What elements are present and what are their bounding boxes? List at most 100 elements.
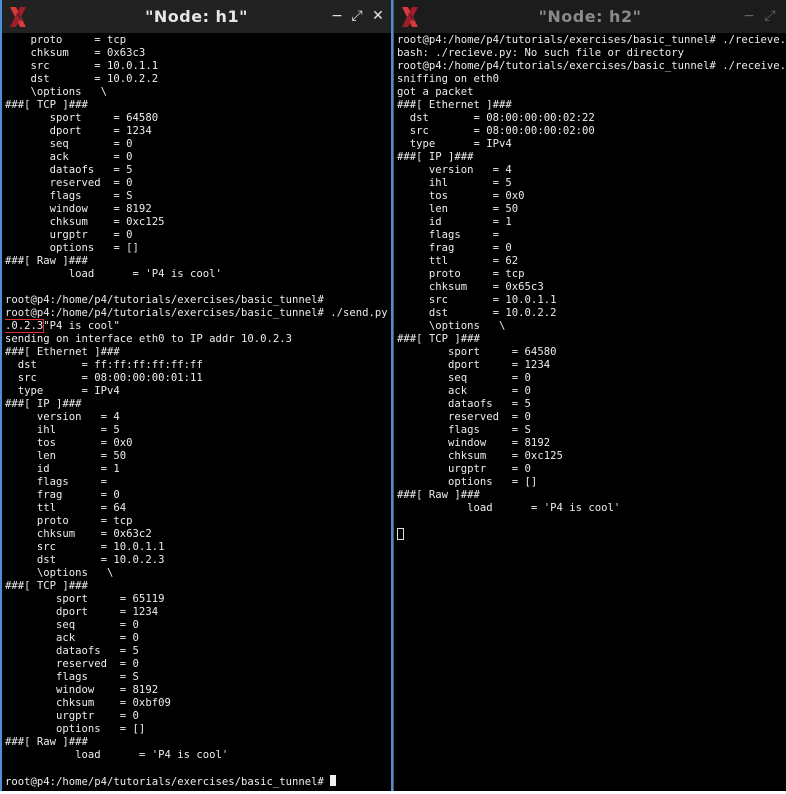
terminal-line: sniffing on eth0	[397, 73, 500, 85]
terminal-line: seq = 0	[5, 619, 139, 631]
terminal-line: root@p4:/home/p4/tutorials/exercises/bas…	[5, 307, 391, 319]
terminal-line: reserved = 0	[5, 658, 139, 670]
terminal-line: options = []	[5, 242, 139, 254]
terminal-line: reserved = 0	[397, 411, 531, 423]
terminal-prompt-line	[397, 528, 786, 541]
terminal-line: ###[ Raw ]###	[5, 736, 88, 748]
terminal-line: ###[ IP ]###	[397, 151, 474, 163]
terminal-line: proto = tcp	[5, 34, 127, 46]
terminal-line: sport = 65119	[5, 593, 165, 605]
terminal-line: ack = 0	[5, 632, 139, 644]
terminal-line: type = IPv4	[5, 385, 120, 397]
terminal-line: ###[ Ethernet ]###	[397, 99, 512, 111]
terminal-line: ttl = 62	[397, 255, 519, 267]
terminal-line: frag = 0	[5, 489, 120, 501]
terminal-output-h2[interactable]: root@p4:/home/p4/tutorials/exercises/bas…	[397, 34, 786, 794]
close-icon[interactable]: ✕	[370, 8, 386, 24]
terminal-window-h2[interactable]: "Node: h2" − ⤢ root@p4:/home/p4/tutorial…	[393, 0, 786, 794]
terminal-line: id = 1	[5, 463, 120, 475]
terminal-text: "P4 is cool"	[43, 320, 120, 332]
terminal-line: ###[ TCP ]###	[397, 333, 480, 345]
terminal-line: proto = tcp	[397, 268, 525, 280]
terminal-line: ihl = 5	[397, 177, 512, 189]
terminal-line: flags =	[5, 476, 108, 488]
terminal-line: ###[ IP ]###	[5, 398, 82, 410]
terminal-line: ttl = 64	[5, 502, 127, 514]
terminal-line: src = 08:00:00:00:01:11	[5, 372, 203, 384]
highlighted-text: .0.2.3	[5, 319, 45, 333]
terminal-line: reserved = 0	[5, 177, 133, 189]
terminal-line: dataofs = 5	[5, 645, 139, 657]
terminal-line: ack = 0	[397, 385, 531, 397]
terminal-line: dst = 10.0.2.2	[397, 307, 557, 319]
terminal-line: dst = 08:00:00:00:02:22	[397, 112, 595, 124]
terminal-line: chksum = 0xc125	[397, 450, 563, 462]
terminal-line: tos = 0x0	[397, 190, 525, 202]
terminal-line: sport = 64580	[5, 112, 159, 124]
terminal-line: \options \	[5, 86, 108, 98]
terminal-line: src = 08:00:00:00:02:00	[397, 125, 595, 137]
terminal-line: \options \	[5, 567, 114, 579]
title-bar-h2[interactable]: "Node: h2" − ⤢	[394, 0, 786, 33]
terminal-line: chksum = 0xc125	[5, 216, 165, 228]
terminal-line: flags = S	[5, 190, 133, 202]
terminal-line: chksum = 0x63c2	[5, 528, 152, 540]
terminal-line: got a packet	[397, 86, 474, 98]
terminal-line: chksum = 0xbf09	[5, 697, 171, 709]
terminal-line: window = 8192	[5, 203, 152, 215]
terminal-line: flags =	[397, 229, 500, 241]
terminal-line: id = 1	[397, 216, 512, 228]
terminal-line: \options \	[397, 320, 506, 332]
terminal-line: len = 50	[5, 450, 127, 462]
terminal-line: sending on interface eth0 to IP addr 10.…	[5, 333, 293, 345]
terminal-line: ihl = 5	[5, 424, 120, 436]
terminal-line: ###[ Raw ]###	[5, 255, 88, 267]
maximize-icon[interactable]: ⤢	[762, 8, 778, 24]
terminal-line: load = 'P4 is cool'	[5, 268, 222, 280]
title-bar-h1[interactable]: "Node: h1" − ⤢ ✕	[2, 0, 391, 33]
terminal-window-h1[interactable]: "Node: h1" − ⤢ ✕ proto = tcp chksum = 0x…	[0, 0, 393, 794]
maximize-icon[interactable]: ⤢	[349, 8, 365, 24]
terminal-line: src = 10.0.1.1	[5, 60, 159, 72]
terminal-line: options = []	[5, 723, 146, 735]
terminal-line: dport = 1234	[5, 606, 159, 618]
terminal-line: dst = 10.0.2.2	[5, 73, 159, 85]
terminal-line: root@p4:/home/p4/tutorials/exercises/bas…	[397, 60, 786, 72]
terminal-line: root@p4:/home/p4/tutorials/exercises/bas…	[5, 294, 324, 306]
text-cursor	[397, 528, 404, 540]
terminal-line: chksum = 0x65c3	[397, 281, 544, 293]
minimize-icon[interactable]: −	[741, 8, 757, 24]
terminal-prompt-line: root@p4:/home/p4/tutorials/exercises/bas…	[5, 775, 391, 788]
window-title: "Node: h2"	[538, 7, 642, 26]
terminal-line: root@p4:/home/p4/tutorials/exercises/bas…	[397, 34, 786, 46]
terminal-line: window = 8192	[397, 437, 551, 449]
terminal-line: ###[ Ethernet ]###	[5, 346, 120, 358]
terminal-line: bash: ./recieve.py: No such file or dire…	[397, 47, 685, 59]
terminal-output-h1[interactable]: proto = tcp chksum = 0x63c3 src = 10.0.1…	[5, 34, 391, 792]
terminal-line: type = IPv4	[397, 138, 512, 150]
terminal-line: dport = 1234	[397, 359, 551, 371]
terminal-line: options = []	[397, 476, 538, 488]
minimize-icon[interactable]: −	[329, 8, 345, 24]
terminal-line: flags = S	[397, 424, 531, 436]
terminal-line: sport = 64580	[397, 346, 557, 358]
terminal-line: seq = 0	[5, 138, 133, 150]
terminal-line: dport = 1234	[5, 125, 152, 137]
terminal-line: urgptr = 0	[5, 229, 133, 241]
terminal-line: seq = 0	[397, 372, 531, 384]
terminal-line: urgptr = 0	[5, 710, 139, 722]
prompt-text: root@p4:/home/p4/tutorials/exercises/bas…	[5, 776, 331, 788]
terminal-line: dst = 10.0.2.3	[5, 554, 165, 566]
terminal-line: chksum = 0x63c3	[5, 47, 146, 59]
text-cursor	[330, 775, 337, 786]
terminal-line: dst = ff:ff:ff:ff:ff:ff	[5, 359, 203, 371]
terminal-line: proto = tcp	[5, 515, 133, 527]
terminal-line: window = 8192	[5, 684, 159, 696]
terminal-line: len = 50	[397, 203, 519, 215]
terminal-line: ack = 0	[5, 151, 133, 163]
terminal-line: load = 'P4 is cool'	[5, 749, 229, 761]
terminal-line: version = 4	[397, 164, 512, 176]
terminal-line: .0.2.3"P4 is cool"	[5, 319, 391, 333]
